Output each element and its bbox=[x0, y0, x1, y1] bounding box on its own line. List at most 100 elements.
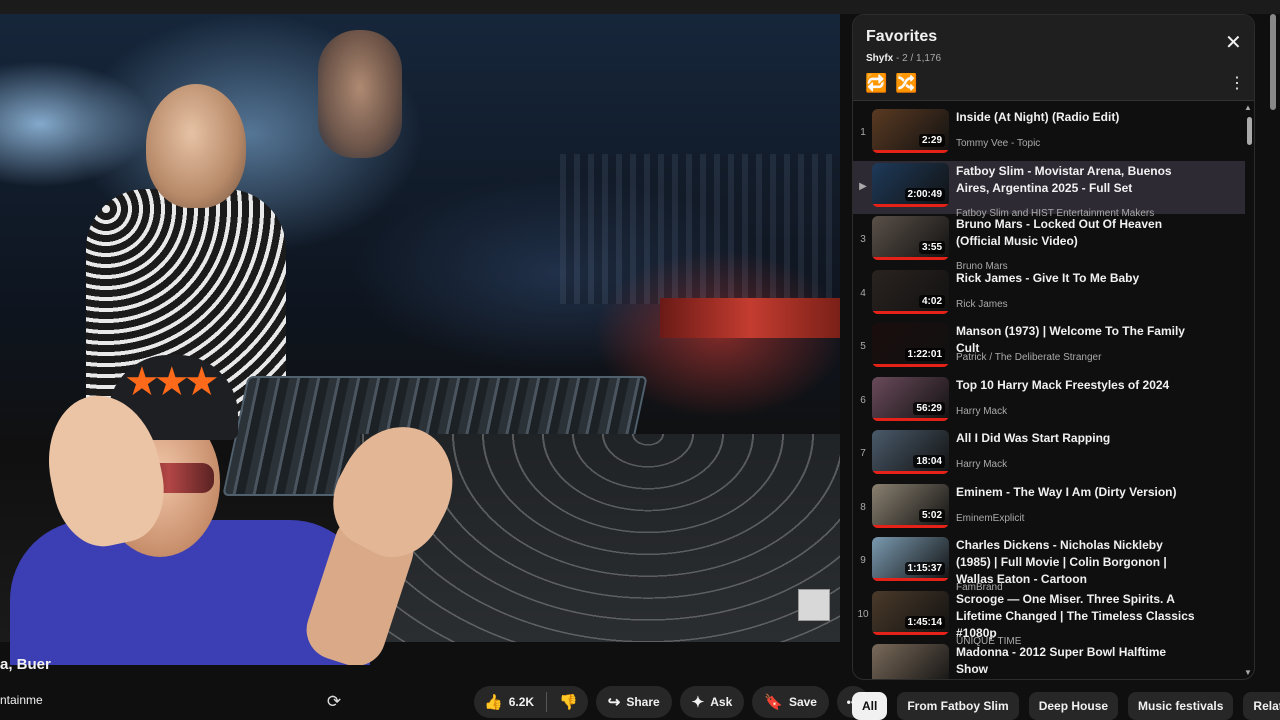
watched-progress-bar bbox=[872, 578, 949, 581]
playlist-item[interactable]: 5 1:22:01 Manson (1973) | Welcome To The F… bbox=[853, 321, 1245, 375]
watched-progress-bar bbox=[872, 364, 949, 367]
duration-badge: 4:02 bbox=[918, 294, 945, 308]
filter-chip[interactable]: Related bbox=[1243, 692, 1280, 720]
filter-chip[interactable]: Deep House bbox=[1028, 692, 1119, 720]
watched-progress-bar bbox=[872, 310, 949, 314]
video-screen-face bbox=[318, 30, 402, 158]
playlist-item-title[interactable]: Bruno Mars - Locked Out Of Heaven (Offic… bbox=[956, 216, 1196, 250]
playlist-item-title[interactable]: Madonna - 2012 Super Bowl Halftime Show bbox=[956, 644, 1196, 678]
shuffle-icon[interactable]: 🔀 bbox=[895, 73, 917, 94]
playlist-item[interactable]: 8 5:02 Eminem - The Way I Am (Dirty Versio… bbox=[853, 482, 1245, 536]
playlist-title[interactable]: Favorites bbox=[866, 28, 937, 46]
video-red-panel bbox=[660, 298, 840, 338]
playlist-item-index: 7 bbox=[860, 448, 866, 459]
webcam-overlay: ★★★ bbox=[0, 345, 475, 665]
like-dislike-group: 👍 6.2K 👎 bbox=[474, 686, 588, 718]
playlist-item-channel: EminemExplicit bbox=[956, 512, 1025, 524]
playlist-item-title[interactable]: Charles Dickens - Nicholas Nickleby (198… bbox=[956, 537, 1196, 588]
playlist-item[interactable]: Madonna - 2012 Super Bowl Halftime Show bbox=[853, 642, 1245, 679]
like-divider bbox=[546, 692, 548, 712]
playlist-item-title[interactable]: Eminem - The Way I Am (Dirty Version) bbox=[956, 484, 1196, 501]
playlist-item-thumbnail[interactable]: 5:02 bbox=[872, 483, 949, 528]
filter-chip[interactable]: Music festivals bbox=[1128, 692, 1234, 720]
now-playing-icon: ▶ bbox=[859, 180, 867, 192]
watched-progress-bar bbox=[872, 631, 949, 635]
playlist-item[interactable]: ▶ 2:00:49 Fatboy Slim - Movistar Arena, Bu… bbox=[853, 160, 1245, 219]
share-icon: ↪ bbox=[607, 694, 621, 711]
video-title: a, Buer bbox=[0, 656, 51, 673]
duration-badge: 56:29 bbox=[913, 401, 945, 415]
playlist-item-title[interactable]: Rick James - Give It To Me Baby bbox=[956, 270, 1196, 287]
duration-badge: 1:45:14 bbox=[904, 615, 945, 629]
video-channel[interactable]: ntainme bbox=[0, 693, 43, 707]
duration-badge: 2:00:49 bbox=[904, 187, 945, 201]
save-label: Save bbox=[788, 695, 817, 709]
watched-progress-bar bbox=[872, 524, 949, 528]
playlist-item[interactable]: 7 18:04 All I Did Was Start Rapping Harry M… bbox=[853, 428, 1245, 482]
duration-badge: 3:55 bbox=[918, 241, 945, 254]
share-button[interactable]: ↪ Share bbox=[595, 686, 672, 718]
playlist-header: Favorites Shyfx - 2 / 1,176 ✕ 🔁 🔀 ⋮ bbox=[853, 15, 1254, 101]
video-dj-head bbox=[146, 84, 246, 208]
scroll-up-arrow-icon[interactable]: ▲ bbox=[1244, 103, 1252, 112]
watched-progress-bar bbox=[872, 257, 949, 260]
save-button[interactable]: 🔖 Save bbox=[752, 686, 829, 718]
playlist-panel: Favorites Shyfx - 2 / 1,176 ✕ 🔁 🔀 ⋮ 1 2:2… bbox=[852, 14, 1255, 680]
playlist-item[interactable]: 1 2:29 Inside (At Night) (Radio Edit) Tommy… bbox=[853, 107, 1245, 161]
playlist-scrollbar-thumb[interactable] bbox=[1247, 117, 1252, 145]
scroll-down-arrow-icon[interactable]: ▼ bbox=[1244, 668, 1252, 677]
playlist-item-thumbnail[interactable]: 4:02 bbox=[872, 269, 949, 314]
playlist-item-thumbnail[interactable]: 2:29 bbox=[872, 109, 949, 153]
video-corner-thumbnail bbox=[798, 589, 830, 621]
repeat-icon[interactable]: ⟳ bbox=[322, 690, 346, 714]
playlist-item-thumbnail[interactable]: 2:00:49 bbox=[872, 162, 949, 207]
like-count[interactable]: 6.2K bbox=[509, 695, 534, 709]
loop-playlist-icon[interactable]: 🔁 bbox=[865, 73, 887, 94]
playlist-item-title[interactable]: Top 10 Harry Mack Freestyles of 2024 bbox=[956, 377, 1196, 394]
playlist-item-thumbnail[interactable] bbox=[872, 644, 949, 679]
app-root: ★★★ a, Buer ntainme ⟳ 👍 6.2K 👎 ↪ Share ✦… bbox=[0, 0, 1280, 720]
playlist-item-channel: Harry Mack bbox=[956, 459, 1008, 470]
playlist-item[interactable]: 10 1:45:14 Scrooge — One Miser. Three Spir… bbox=[853, 589, 1245, 647]
playlist-item[interactable]: 4 4:02 Rick James - Give It To Me Baby Rick… bbox=[853, 268, 1245, 322]
playlist-item-thumbnail[interactable]: 56:29 bbox=[872, 376, 949, 421]
action-bar: 👍 6.2K 👎 ↪ Share ✦ Ask 🔖 Save ••• bbox=[474, 686, 869, 718]
duration-badge: 18:04 bbox=[913, 455, 945, 468]
playlist-item-thumbnail[interactable]: 1:15:37 bbox=[872, 537, 949, 581]
ask-label: Ask bbox=[710, 695, 733, 709]
playlist-item-index: 3 bbox=[860, 234, 866, 245]
playlist-item-channel: Harry Mack bbox=[956, 405, 1008, 417]
filter-chip[interactable]: All bbox=[852, 692, 888, 720]
playlist-item-thumbnail[interactable]: 1:22:01 bbox=[872, 323, 949, 367]
watched-progress-bar bbox=[872, 471, 949, 474]
filter-chip[interactable]: From Fatboy Slim bbox=[897, 692, 1019, 720]
ask-button[interactable]: ✦ Ask bbox=[679, 686, 745, 718]
playlist-item[interactable]: 3 3:55 Bruno Mars - Locked Out Of Heaven (… bbox=[853, 214, 1245, 272]
playlist-item-title[interactable]: All I Did Was Start Rapping bbox=[956, 430, 1196, 447]
playlist-item-channel: Patrick / The Deliberate Stranger bbox=[956, 352, 1102, 363]
bookmark-icon: 🔖 bbox=[764, 694, 783, 711]
playlist-item-thumbnail[interactable]: 18:04 bbox=[872, 430, 949, 474]
page-scrollbar-thumb[interactable] bbox=[1270, 14, 1276, 110]
watched-progress-bar bbox=[872, 150, 949, 153]
more-vertical-icon[interactable]: ⋮ bbox=[1229, 73, 1245, 93]
playlist-item[interactable]: 6 56:29 Top 10 Harry Mack Freestyles of 20… bbox=[853, 375, 1245, 429]
playlist-item-title[interactable]: Scrooge — One Miser. Three Spirits. A Li… bbox=[956, 591, 1196, 642]
playlist-item-thumbnail[interactable]: 3:55 bbox=[872, 216, 949, 260]
watched-progress-bar bbox=[872, 417, 949, 421]
close-icon[interactable]: ✕ bbox=[1225, 33, 1242, 53]
playlist-item-channel: Rick James bbox=[956, 298, 1008, 310]
playlist-item-index: 5 bbox=[860, 341, 866, 352]
playlist-item-thumbnail[interactable]: 1:45:14 bbox=[872, 590, 949, 635]
playlist-item-index: 8 bbox=[860, 501, 866, 513]
playlist-item-title[interactable]: Inside (At Night) (Radio Edit) bbox=[956, 109, 1196, 126]
playlist-item[interactable]: 9 1:15:37 Charles Dickens - Nicholas Nickl… bbox=[853, 535, 1245, 593]
star-icon: ★★★ bbox=[124, 360, 220, 404]
playlist-item-title[interactable]: Fatboy Slim - Movistar Arena, Buenos Air… bbox=[956, 163, 1196, 197]
playlist-item-index: 6 bbox=[860, 394, 866, 406]
playlist-item-index: 10 bbox=[857, 608, 869, 620]
thumbs-down-icon[interactable]: 👎 bbox=[559, 693, 578, 711]
playlist-owner[interactable]: Shyfx bbox=[866, 53, 893, 64]
playlist-position: 2 / 1,176 bbox=[902, 53, 942, 64]
thumbs-up-icon[interactable]: 👍 bbox=[484, 693, 503, 711]
